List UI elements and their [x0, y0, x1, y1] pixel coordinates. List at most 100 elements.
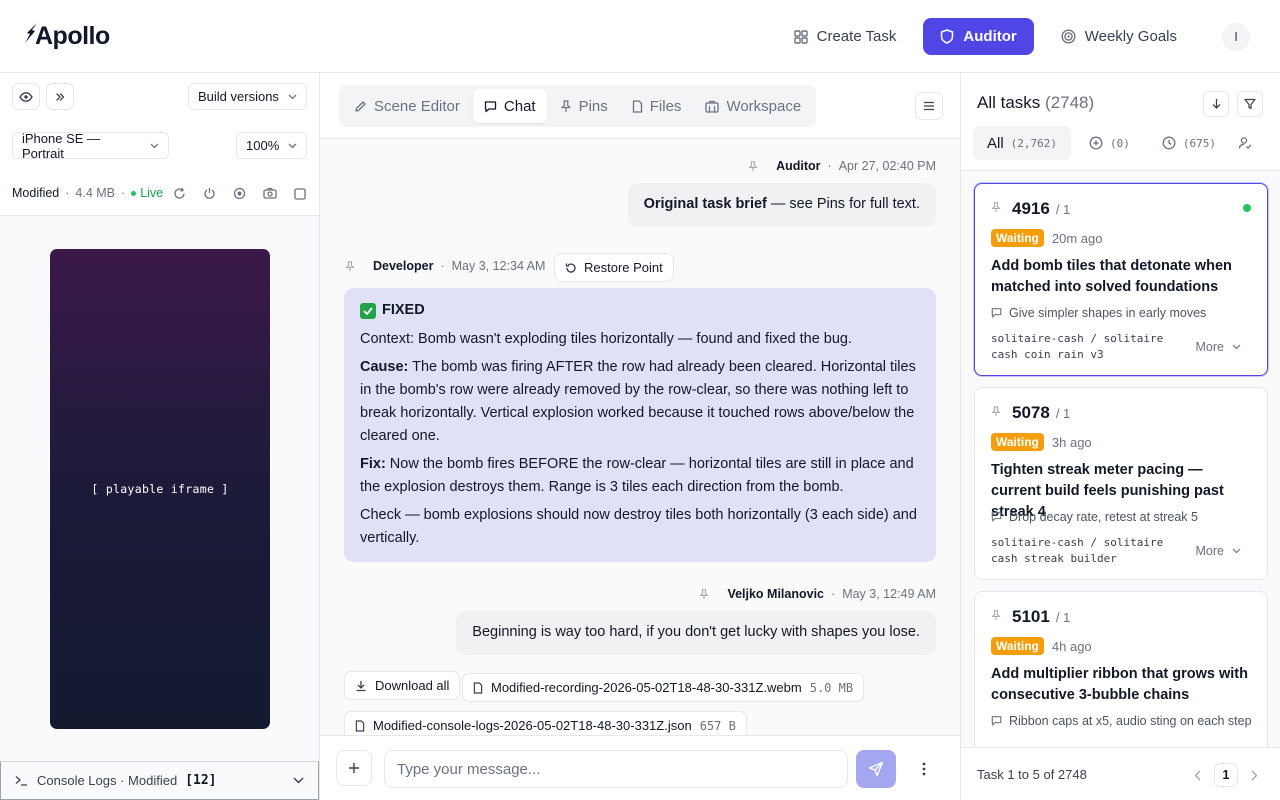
chat-menu-button[interactable] [915, 92, 943, 120]
tab-pins[interactable]: Pins [549, 89, 619, 123]
restore-point-button[interactable]: Restore Point [554, 253, 674, 282]
power-icon[interactable] [203, 187, 216, 200]
message-meta: Veljko Milanovic · May 3, 12:49 AM [699, 587, 936, 601]
fix-text: Fix: Now the bomb fires BEFORE the row-c… [360, 456, 914, 495]
plus-icon [349, 763, 359, 773]
task-repo: solitaire-cash / solitaire cash coin rai… [991, 332, 1164, 361]
chevron-down-icon [1232, 344, 1241, 350]
tab-workspace[interactable]: Workspace [694, 89, 812, 123]
pin-icon[interactable] [748, 160, 758, 172]
user-check-icon [1238, 137, 1252, 149]
download-icon [356, 680, 366, 691]
chat-icon [484, 100, 497, 112]
pin-icon[interactable] [991, 202, 1001, 213]
build-size: 4.4 MB [75, 186, 116, 200]
context-text: Context: Bomb wasn't exploding tiles hor… [360, 331, 853, 347]
chat-icon [991, 716, 1002, 726]
weekly-goals-button[interactable]: Weekly Goals [1044, 18, 1194, 55]
kebab-icon [922, 762, 926, 776]
create-task-button[interactable]: Create Task [777, 18, 914, 55]
chevron-left-icon[interactable] [1194, 770, 1202, 781]
chat-panel: Scene Editor Chat Pins Files Workspace A… [320, 73, 960, 800]
message-bubble: Original task brief — see Pins for full … [627, 183, 936, 227]
page-number[interactable]: 1 [1214, 763, 1238, 787]
auditor-button[interactable]: Auditor [923, 18, 1034, 55]
send-icon [868, 761, 884, 777]
arrow-down-icon [1212, 99, 1220, 109]
zoom-label: 100% [246, 138, 280, 153]
main-nav: Create Task Auditor Weekly Goals I [777, 18, 1250, 55]
task-age: 4h ago [1051, 638, 1092, 654]
task-filter-tabs: All (2,762) (0) (675) [973, 126, 1256, 160]
task-note: Give simpler shapes in early moves [991, 305, 1253, 322]
task-repo: solitaire-cash / solitaire cash streak b… [991, 536, 1164, 565]
weekly-goals-label: Weekly Goals [1084, 28, 1177, 45]
filter-waiting[interactable]: (675) [1148, 126, 1230, 160]
more-dropdown[interactable]: More [1196, 340, 1241, 354]
add-attachment-button[interactable] [336, 750, 372, 786]
tab-chat[interactable]: Chat [472, 89, 547, 123]
playable-iframe[interactable]: [ playable iframe ] [50, 249, 270, 729]
filter-button[interactable] [1237, 91, 1263, 117]
auditor-label: Auditor [963, 28, 1017, 45]
task-title: Add multiplier ribbon that grows with co… [991, 666, 1248, 703]
zoom-select[interactable]: 100% [236, 132, 307, 159]
user-avatar[interactable]: I [1222, 22, 1250, 51]
target-icon [1061, 29, 1076, 44]
task-card[interactable]: 4916 / 1 Waiting 20m ago Add bomb tiles … [974, 183, 1268, 376]
task-card[interactable]: 5078 / 1 Waiting 3h ago Tighten streak m… [974, 387, 1268, 580]
file-icon [473, 681, 483, 694]
record-icon[interactable] [233, 187, 246, 200]
console-count: [12] [185, 773, 217, 788]
tab-scene-editor[interactable]: Scene Editor [343, 89, 471, 123]
attachment-file[interactable]: Modified-recording-2026-05-02T18-48-30-3… [462, 673, 865, 702]
chevron-right-icon[interactable] [1250, 770, 1258, 781]
device-select[interactable]: iPhone SE — Portrait [12, 131, 169, 161]
message-time: Apr 27, 02:40 PM [838, 159, 936, 173]
pin-icon[interactable] [991, 610, 1001, 621]
live-indicator: Live [131, 186, 163, 200]
status-badge: Waiting [991, 433, 1044, 451]
message-composer [320, 735, 960, 800]
task-title: Add bomb tiles that detonate when matche… [991, 258, 1232, 295]
sort-button[interactable] [1203, 91, 1229, 117]
pin-icon[interactable] [345, 260, 355, 272]
task-note: Ribbon caps at x5, audio sting on each s… [991, 713, 1253, 730]
send-button[interactable] [856, 750, 896, 788]
tab-files[interactable]: Files [621, 89, 693, 123]
build-versions-label: Build versions [198, 89, 279, 104]
task-list: 4916 / 1 Waiting 20m ago Add bomb tiles … [961, 171, 1280, 747]
more-dropdown[interactable]: More [1196, 544, 1241, 558]
apollo-logo[interactable]: Apollo [24, 20, 110, 52]
console-logs-bar[interactable]: Console Logs · Modified [12] [0, 761, 319, 800]
iframe-placeholder: [ playable iframe ] [91, 482, 229, 496]
task-id: 4916 / 1 [1012, 199, 1071, 218]
filter-new[interactable]: (0) [1075, 126, 1144, 160]
download-all-button[interactable]: Download all [344, 671, 461, 700]
pencil-icon [355, 100, 366, 112]
expand-button[interactable] [46, 83, 74, 110]
filter-assigned[interactable] [1234, 126, 1256, 160]
camera-icon[interactable] [263, 187, 277, 199]
pin-icon[interactable] [991, 406, 1001, 417]
menu-icon [924, 101, 934, 111]
chevron-down-icon [293, 777, 304, 784]
building-icon [705, 100, 720, 113]
pin-icon [560, 99, 571, 112]
build-versions-select[interactable]: Build versions [188, 83, 307, 110]
message-author: Auditor [776, 159, 821, 173]
pin-icon[interactable] [699, 588, 709, 600]
filter-all[interactable]: All (2,762) [973, 126, 1072, 160]
refresh-icon[interactable] [173, 187, 186, 200]
status-badge: Waiting [991, 229, 1044, 247]
console-label: Console Logs · Modified [37, 773, 178, 788]
toggle-visibility-button[interactable] [12, 83, 40, 110]
restore-icon [565, 262, 576, 273]
external-link-icon[interactable] [294, 187, 307, 200]
build-state: Modified [12, 186, 60, 200]
tasks-panel: All tasks (2748) All (2,762) (0) (675) 4… [960, 73, 1280, 800]
more-options-button[interactable] [916, 757, 932, 781]
message-input[interactable] [384, 750, 848, 788]
task-card[interactable]: 5101 / 1 Waiting 4h ago Add multiplier r… [974, 591, 1268, 747]
message-time: May 3, 12:34 AM [451, 259, 546, 273]
